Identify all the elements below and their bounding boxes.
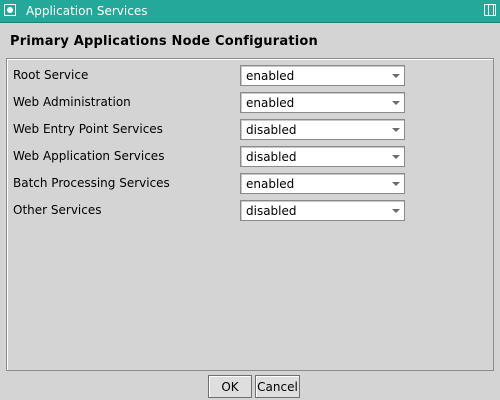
setting-row-root-service: Root Service enabled <box>7 64 493 86</box>
window-menu-icon[interactable] <box>4 4 16 16</box>
web-entry-point-services-select[interactable]: disabled <box>240 119 405 140</box>
chevron-down-icon <box>392 182 400 186</box>
setting-label: Web Administration <box>13 95 131 109</box>
web-administration-select[interactable]: enabled <box>240 92 405 113</box>
cancel-button[interactable]: Cancel <box>255 375 300 398</box>
other-services-select[interactable]: disabled <box>240 200 405 221</box>
window-titlebar[interactable]: Application Services <box>0 0 500 23</box>
web-application-services-select[interactable]: disabled <box>240 146 405 167</box>
chevron-down-icon <box>392 128 400 132</box>
settings-panel: Root Service enabled Web Administration … <box>6 58 494 371</box>
select-value: enabled <box>246 69 295 83</box>
select-value: enabled <box>246 177 295 191</box>
setting-row-web-application-services: Web Application Services disabled <box>7 145 493 167</box>
setting-row-web-administration: Web Administration enabled <box>7 91 493 113</box>
setting-label: Root Service <box>13 68 89 82</box>
setting-label: Other Services <box>13 203 102 217</box>
setting-row-batch-processing-services: Batch Processing Services enabled <box>7 172 493 194</box>
select-value: disabled <box>246 204 297 218</box>
select-value: disabled <box>246 150 297 164</box>
select-value: enabled <box>246 96 295 110</box>
setting-label: Batch Processing Services <box>13 176 170 190</box>
select-value: disabled <box>246 123 297 137</box>
page-heading: Primary Applications Node Configuration <box>10 34 319 49</box>
ok-button[interactable]: OK <box>208 375 252 398</box>
batch-processing-services-select[interactable]: enabled <box>240 173 405 194</box>
chevron-down-icon <box>392 155 400 159</box>
setting-label: Web Entry Point Services <box>13 122 163 136</box>
setting-row-web-entry-point-services: Web Entry Point Services disabled <box>7 118 493 140</box>
root-service-select[interactable]: enabled <box>240 65 405 86</box>
setting-row-other-services: Other Services disabled <box>7 199 493 221</box>
window-resize-icon[interactable] <box>484 4 496 16</box>
chevron-down-icon <box>392 101 400 105</box>
chevron-down-icon <box>392 209 400 213</box>
setting-label: Web Application Services <box>13 149 165 163</box>
chevron-down-icon <box>392 74 400 78</box>
window-title: Application Services <box>26 4 148 18</box>
